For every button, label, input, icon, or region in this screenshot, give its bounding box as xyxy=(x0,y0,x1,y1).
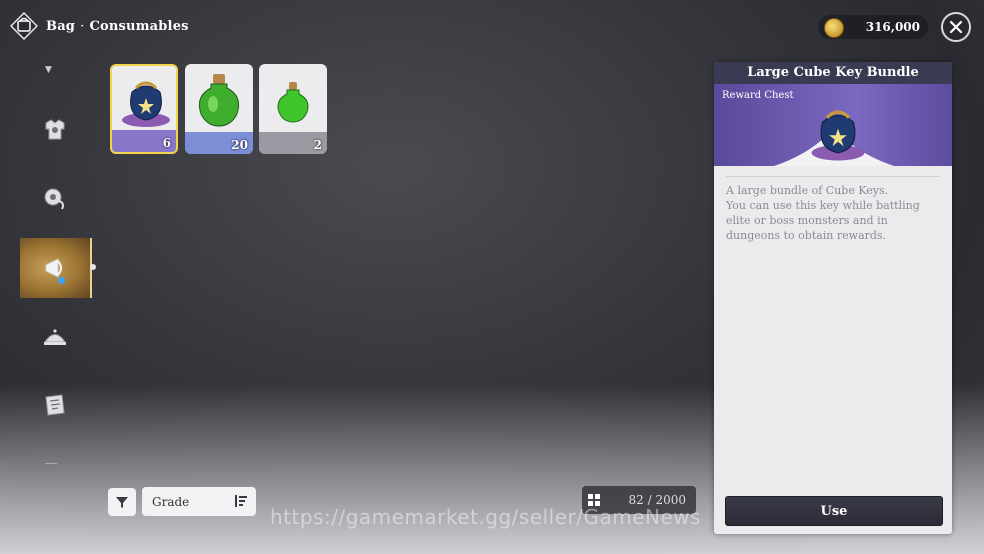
breadcrumb-separator: · xyxy=(80,18,85,34)
filter-button[interactable] xyxy=(108,488,136,516)
gold-counter: 316,000 xyxy=(818,15,928,39)
item-quantity: 6 xyxy=(162,136,171,150)
cube-key-bundle-icon xyxy=(122,81,170,127)
item-quantity: 20 xyxy=(231,138,248,152)
cloche-icon xyxy=(44,329,66,345)
gold-amount: 316,000 xyxy=(865,20,920,34)
sidebar-item-materials[interactable] xyxy=(20,168,90,228)
sidebar-item-food[interactable] xyxy=(20,306,90,366)
bag-icon xyxy=(10,12,38,40)
item-quantity: 2 xyxy=(313,138,322,152)
sidebar-item-consumables[interactable] xyxy=(20,238,96,298)
small-green-potion-icon xyxy=(277,82,309,123)
item-detail-title: Large Cube Key Bundle xyxy=(714,62,952,84)
filter-icon xyxy=(116,497,128,508)
active-marker xyxy=(90,264,96,270)
armor-icon xyxy=(45,119,65,140)
item-type-label: Reward Chest xyxy=(722,90,794,101)
description-line: A large bundle of Cube Keys. xyxy=(726,184,889,197)
page-header: Bag · Consumables xyxy=(10,12,189,40)
sidebar-more-indicator xyxy=(45,463,57,468)
horn-icon xyxy=(45,258,62,278)
scroll-map-icon xyxy=(45,394,65,416)
close-icon xyxy=(949,20,963,34)
sidebar-item-equipment[interactable] xyxy=(20,100,90,160)
sidebar-scroll-up-icon[interactable]: ▼ xyxy=(45,65,52,75)
gear-sack-icon xyxy=(44,188,64,210)
item-detail-panel: Large Cube Key Bundle Reward Chest A lar… xyxy=(714,62,952,534)
item-description: A large bundle of Cube Keys. You can use… xyxy=(714,177,952,243)
breadcrumb-subsection: Consumables xyxy=(89,18,189,34)
gold-coin-icon xyxy=(824,18,844,38)
breadcrumb: Bag · Consumables xyxy=(46,19,189,34)
inventory-slot[interactable]: 6 xyxy=(110,64,178,154)
use-button[interactable]: Use xyxy=(725,496,943,526)
sort-icon xyxy=(235,495,247,507)
new-indicator-dot xyxy=(58,277,65,284)
sort-label: Grade xyxy=(152,494,190,509)
close-button[interactable] xyxy=(941,12,971,42)
inventory-slot[interactable]: 2 xyxy=(259,64,327,154)
sidebar-item-misc[interactable] xyxy=(20,375,90,435)
watermark-text: https://gamemarket.gg/seller/GameNews xyxy=(270,505,702,529)
breadcrumb-section: Bag xyxy=(46,18,76,34)
description-line: You can use this key while battling elit… xyxy=(726,199,920,242)
item-detail-hero: Reward Chest xyxy=(714,84,952,166)
sort-dropdown[interactable]: Grade xyxy=(142,487,256,516)
cube-key-bundle-icon xyxy=(811,110,865,161)
inventory-slot[interactable]: 20 xyxy=(185,64,253,154)
green-potion-icon xyxy=(198,74,240,127)
